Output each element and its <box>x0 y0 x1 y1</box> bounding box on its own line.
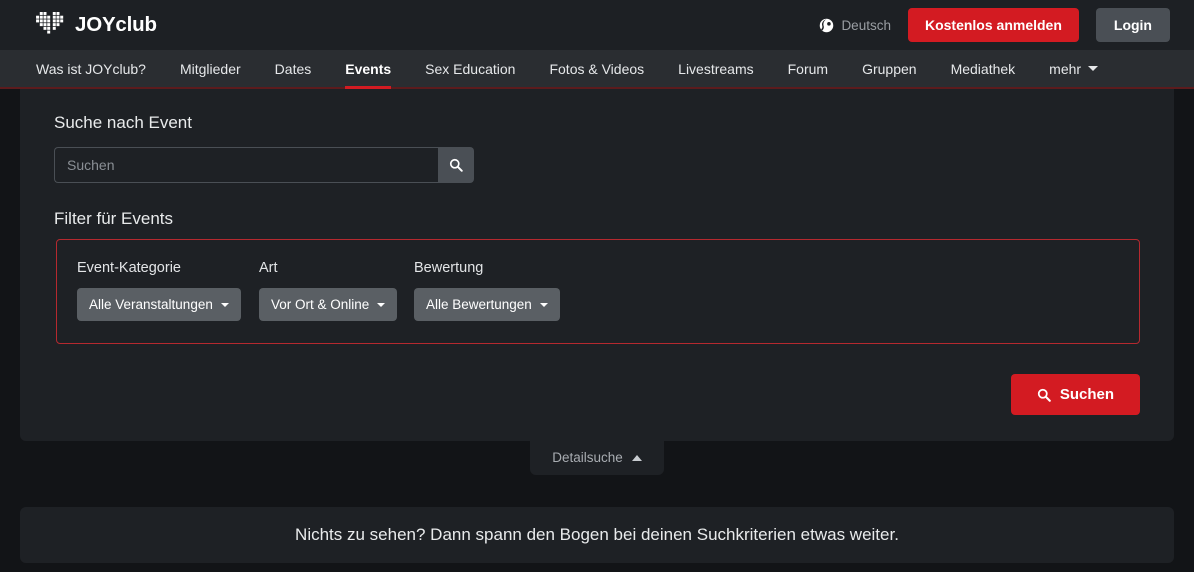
dropdown-value-bewertung: Alle Bewertungen <box>426 297 532 312</box>
nav-item-mediathek[interactable]: Mediathek <box>934 50 1033 87</box>
nav-item-mehr[interactable]: mehr <box>1032 50 1115 87</box>
dropdown-value-art: Vor Ort & Online <box>271 297 370 312</box>
event-search-panel: Suche nach Event Filter für Events Event… <box>20 89 1174 441</box>
dropdown-bewertung[interactable]: Alle Bewertungen <box>414 288 560 321</box>
logo-wordmark: JOYclub <box>75 13 157 36</box>
login-button[interactable]: Login <box>1095 8 1170 42</box>
dropdown-art[interactable]: Vor Ort & Online <box>259 288 398 321</box>
caret-down-icon <box>377 302 386 307</box>
search-button-label: Suchen <box>1059 386 1114 403</box>
caret-down-icon <box>220 302 229 307</box>
filter-label-bewertung: Bewertung <box>414 260 484 276</box>
caret-down-icon <box>539 302 548 307</box>
nav-item-sex-education[interactable]: Sex Education <box>408 50 532 87</box>
header-actions: Deutsch Kostenlos anmelden Login <box>819 8 1170 42</box>
filter-field-art: Art Vor Ort & Online <box>259 260 414 321</box>
search-heading: Suche nach Event <box>54 113 192 132</box>
search-submit-icon-button[interactable] <box>438 147 474 183</box>
language-label: Deutsch <box>841 17 891 33</box>
nav-item-was-ist-joyclub[interactable]: Was ist JOYclub? <box>36 50 163 87</box>
search-input[interactable] <box>54 147 438 183</box>
pixel-heart-icon <box>36 12 64 34</box>
search-icon <box>449 158 463 172</box>
nav-item-fotos-videos[interactable]: Fotos & Videos <box>532 50 661 87</box>
nav-item-mehr-label: mehr <box>1049 60 1082 77</box>
detailsuche-toggle[interactable]: Detailsuche <box>530 441 664 475</box>
nav-item-gruppen[interactable]: Gruppen <box>845 50 933 87</box>
site-logo[interactable]: JOYclub <box>36 12 157 38</box>
signup-button[interactable]: Kostenlos anmelden <box>907 8 1079 42</box>
search-bar <box>38 147 1156 183</box>
nav-item-events[interactable]: Events <box>328 50 408 89</box>
filter-label-event-kategorie: Event-Kategorie <box>77 260 181 276</box>
detail-toggle-wrap: Detailsuche <box>0 441 1194 475</box>
nav-item-forum[interactable]: Forum <box>771 50 845 87</box>
filter-field-event-kategorie: Event-Kategorie Alle Veranstaltungen <box>77 260 259 321</box>
nav-item-dates[interactable]: Dates <box>258 50 329 87</box>
filter-label-art: Art <box>259 260 278 276</box>
language-switcher[interactable]: Deutsch <box>819 18 891 33</box>
page-content: Suche nach Event Filter für Events Event… <box>0 89 1194 572</box>
nav-item-mitglieder[interactable]: Mitglieder <box>163 50 258 87</box>
filter-heading: Filter für Events <box>54 209 174 228</box>
nav-item-livestreams[interactable]: Livestreams <box>661 50 770 87</box>
search-icon <box>1037 388 1051 402</box>
empty-state-message: Nichts zu sehen? Dann spann den Bogen be… <box>295 525 899 544</box>
main-navigation: Was ist JOYclub? Mitglieder Dates Events… <box>0 50 1194 89</box>
search-button[interactable]: Suchen <box>1010 374 1140 415</box>
dropdown-event-kategorie[interactable]: Alle Veranstaltungen <box>77 288 241 321</box>
dropdown-value-event-kategorie: Alle Veranstaltungen <box>89 297 213 312</box>
filter-box: Event-Kategorie Alle Veranstaltungen Art… <box>56 239 1140 344</box>
chevron-down-icon <box>1088 66 1099 71</box>
empty-state-panel: Nichts zu sehen? Dann spann den Bogen be… <box>20 507 1174 563</box>
detailsuche-label: Detailsuche <box>552 450 623 465</box>
filter-field-bewertung: Bewertung Alle Bewertungen <box>414 260 560 321</box>
submit-row: Suchen <box>38 344 1156 441</box>
chevron-up-icon <box>631 454 642 461</box>
globe-icon <box>820 18 834 32</box>
site-header: JOYclub Deutsch Kostenlos anmelden Login <box>0 0 1194 50</box>
